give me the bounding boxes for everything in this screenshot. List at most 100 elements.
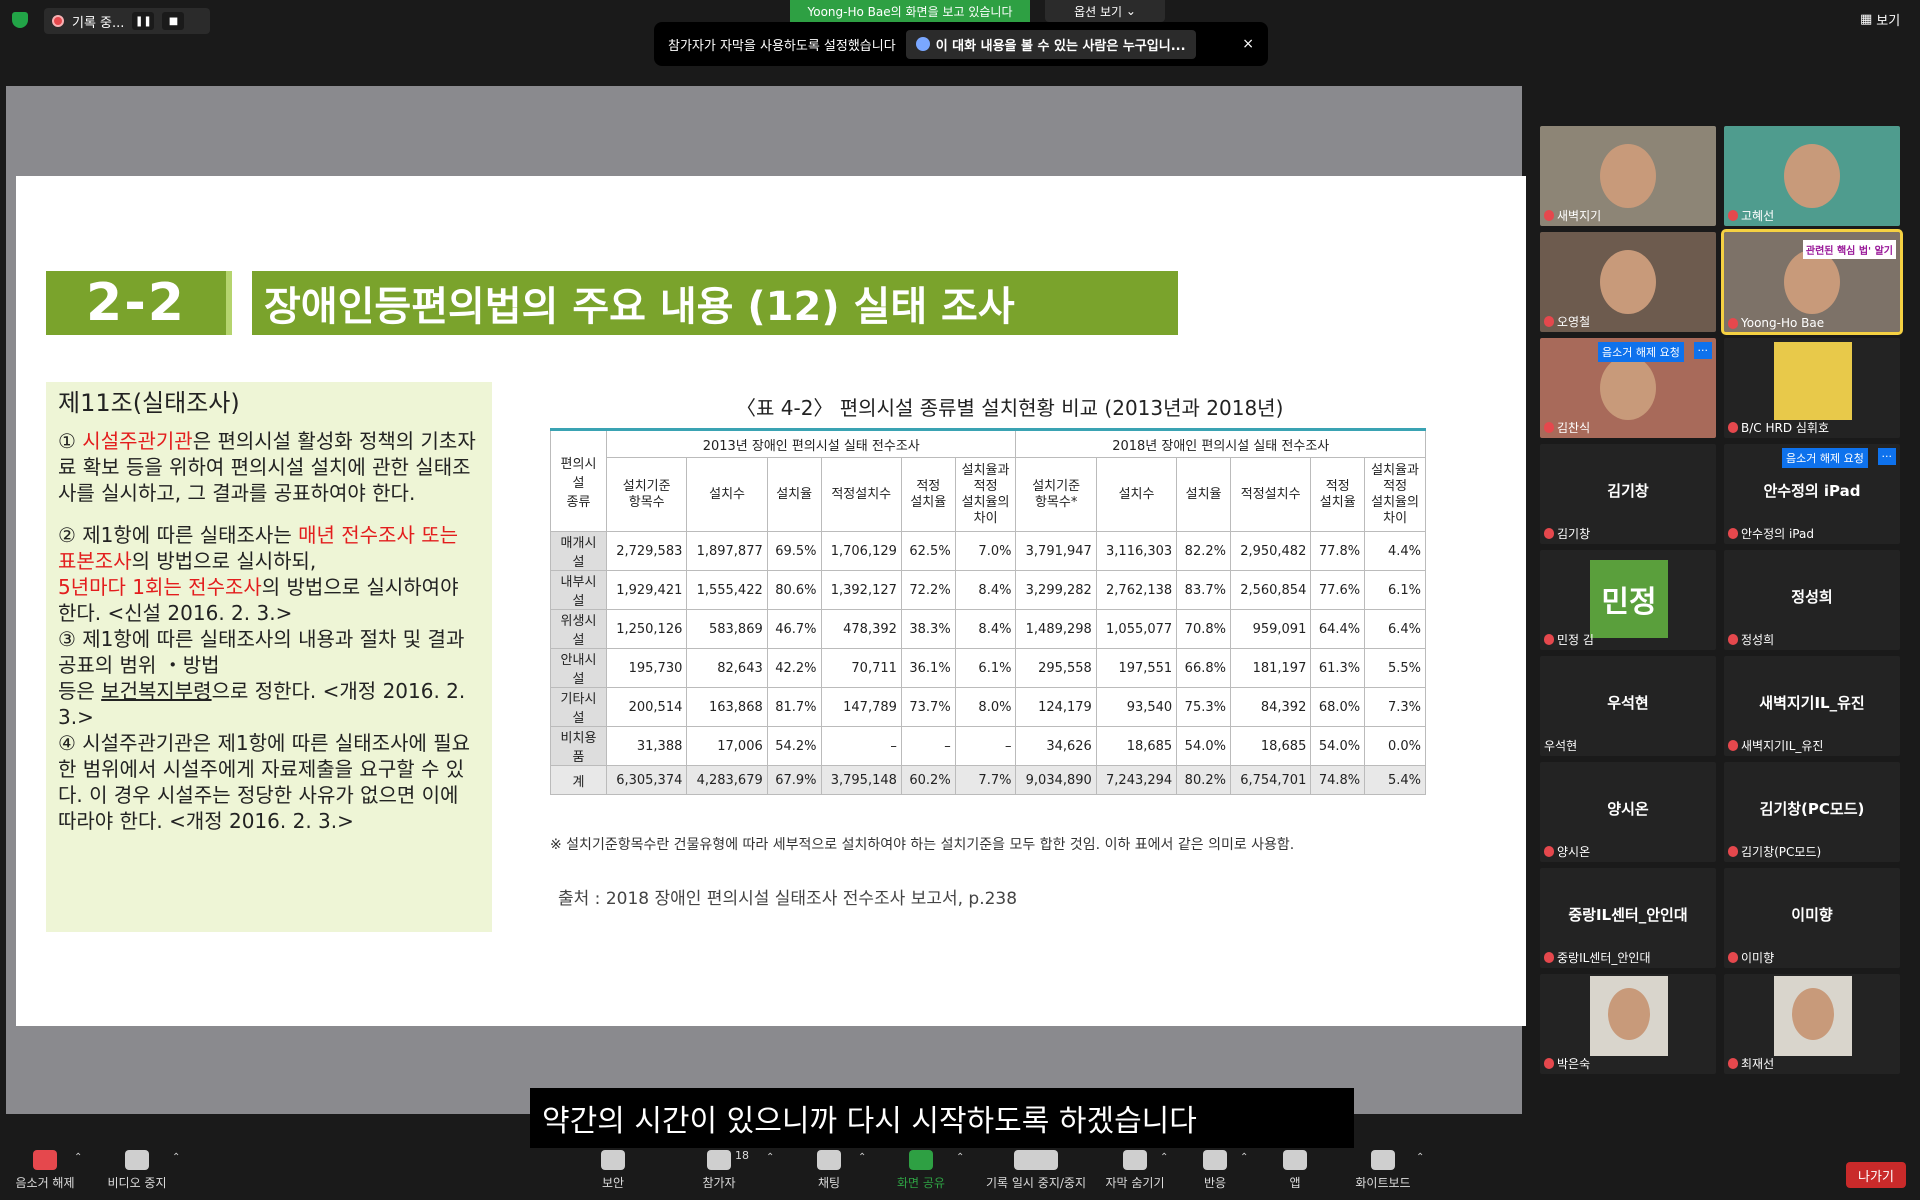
participant-name-label: 김기창(PC모드): [1728, 843, 1821, 860]
chevron-up-icon[interactable]: ⌃: [74, 1152, 82, 1163]
table-title: 〈표 4-2〉 편의시설 종류별 설치현황 비교 (2013년과 2018년): [736, 396, 1284, 420]
table-cell: 147,789: [820, 687, 902, 727]
chevron-up-icon[interactable]: ⌃: [766, 1152, 774, 1163]
mic-off-icon: [33, 1150, 57, 1170]
more-options-button[interactable]: ···: [1877, 448, 1896, 465]
table-cell: 2,762,138: [1095, 570, 1178, 610]
participant-tile[interactable]: 김기창 김기창: [1540, 444, 1716, 544]
table-cell: 8.4%: [954, 609, 1017, 649]
table-cell: 18,685: [1229, 726, 1312, 766]
participant-tile[interactable]: 새벽지기IL_유진 새벽지기IL_유진: [1724, 656, 1900, 756]
close-icon[interactable]: ×: [1242, 36, 1254, 52]
table-cell: 1,555,422: [686, 570, 768, 610]
participant-name-label: 안수정의 iPad: [1728, 525, 1814, 542]
chevron-up-icon[interactable]: ⌃: [1160, 1152, 1168, 1163]
participant-tile[interactable]: 김기창(PC모드) 김기창(PC모드): [1724, 762, 1900, 862]
shield-icon[interactable]: [12, 12, 28, 28]
participant-tile[interactable]: 최재선: [1724, 974, 1900, 1074]
chevron-up-icon[interactable]: ⌃: [172, 1152, 180, 1163]
table-cell: 1,897,877: [686, 531, 768, 571]
participants-button[interactable]: 참가자: [674, 1150, 764, 1191]
table-cell: 82,643: [686, 648, 768, 688]
participant-tile[interactable]: 양시온 양시온: [1540, 762, 1716, 862]
slide-number: 2-2: [46, 271, 232, 335]
col-header: 설치율: [1176, 457, 1231, 532]
record-button[interactable]: 기록 일시 중지/중지: [976, 1150, 1096, 1191]
participant-tile[interactable]: 고혜선: [1724, 126, 1900, 226]
table-cell: 54.0%: [1176, 726, 1231, 766]
chevron-up-icon[interactable]: ⌃: [1416, 1152, 1424, 1163]
security-button[interactable]: 보안: [568, 1150, 658, 1191]
participants-icon: [707, 1150, 731, 1170]
view-options-button[interactable]: 옵션 보기 ⌄: [1045, 0, 1165, 22]
participant-tile[interactable]: B/C HRD 심휘호: [1724, 338, 1900, 438]
unmute-request-tag[interactable]: 음소거 해제 요청: [1782, 448, 1868, 468]
participant-tile[interactable]: 우석현 우석현: [1540, 656, 1716, 756]
smile-icon: [1203, 1150, 1227, 1170]
table-cell: 67.9%: [766, 765, 822, 795]
share-screen-button[interactable]: 화면 공유: [876, 1150, 966, 1191]
video-camera-icon: [125, 1150, 149, 1170]
participant-tile[interactable]: 중랑IL센터_안인대 중랑IL센터_안인대: [1540, 868, 1716, 968]
col-header: 설치수: [1095, 457, 1178, 532]
table-cell: 124,179: [1015, 687, 1097, 727]
apps-button[interactable]: 앱: [1250, 1150, 1340, 1191]
participant-tile[interactable]: 오영철: [1540, 232, 1716, 332]
table-cell: 3,791,947: [1015, 531, 1097, 571]
table-cell: 66.8%: [1176, 648, 1231, 688]
participant-tile[interactable]: 안수정의 iPad 음소거 해제 요청 ··· 안수정의 iPad: [1724, 444, 1900, 544]
participant-name-label: 새벽지기IL_유진: [1728, 737, 1823, 754]
article-para-1: ① 시설주관기관은 편의시설 활성화 정책의 기초자료 확보 등을 위하여 편의…: [58, 429, 476, 505]
slide-title: 장애인등편의법의 주요 내용 (12) 실태 조사: [252, 271, 1178, 335]
participant-name-label: 김찬식: [1544, 419, 1590, 436]
more-options-button[interactable]: ···: [1693, 342, 1712, 359]
participant-tile[interactable]: 박은숙: [1540, 974, 1716, 1074]
caption-visibility-button[interactable]: 이 대화 내용을 볼 수 있는 사람은 누구입니...: [905, 29, 1196, 59]
mic-off-icon: [1544, 528, 1554, 539]
mic-off-icon: [1728, 317, 1738, 329]
participant-video: [1600, 144, 1656, 208]
table-cell: 77.8%: [1310, 531, 1366, 571]
table-cell: 83.7%: [1176, 570, 1231, 610]
table-cell: 3,795,148: [820, 765, 902, 795]
participant-name-label: 우석현: [1544, 739, 1578, 753]
pause-recording-button[interactable]: ❚❚: [132, 12, 155, 30]
table-row: 위생시설 1,250,126 583,869 46.7% 478,392 38.3% 8.4…: [550, 609, 1426, 649]
table-cell: 46.7%: [766, 609, 822, 649]
chevron-up-icon[interactable]: ⌃: [956, 1152, 964, 1163]
mic-off-icon: [1544, 1058, 1554, 1069]
participant-tile[interactable]: 민정 민정 김: [1540, 550, 1716, 650]
table-cell: 7,243,294: [1095, 765, 1178, 795]
col-header: 설치수: [686, 457, 768, 532]
caption-notice-text: 참가자가 자막을 사용하도록 설정했습니다: [668, 38, 896, 54]
stop-recording-button[interactable]: ■: [162, 12, 185, 30]
facility-table: 편의시설 종류 2013년 장애인 편의시설 실태 전수조사 2018년 장애인 편의…: [550, 428, 1426, 795]
table-cell: 8.0%: [954, 687, 1017, 727]
participant-tile[interactable]: 새벽지기: [1540, 126, 1716, 226]
avatar: 민정: [1590, 560, 1668, 638]
participant-name-label: 정성희: [1728, 631, 1774, 648]
table-cell: –: [900, 726, 956, 766]
participant-name-label: 오영철: [1544, 313, 1590, 330]
article-para-3: ③ 제1항에 따른 실태조사의 내용과 절차 및 결과 공표의 범위 ・방법 등은…: [58, 627, 466, 729]
face-image: [1608, 988, 1650, 1040]
article-para-4: ④ 시설주관기관은 제1항에 따른 실태조사에 필요한 범위에서 시설주에게 자…: [58, 731, 471, 833]
view-button[interactable]: ▦ 보기: [1860, 10, 1900, 29]
participant-video: [1784, 144, 1840, 208]
leave-button[interactable]: 나가기: [1846, 1162, 1906, 1188]
table-cell: 4.4%: [1364, 531, 1426, 571]
viewing-banner: Yoong-Ho Bae의 화면을 보고 있습니다: [790, 0, 1030, 22]
table-source: 출처 : 2018 장애인 편의시설 실태조사 전수조사 보고서, p.238: [558, 889, 1018, 909]
chevron-up-icon[interactable]: ⌃: [858, 1152, 866, 1163]
participant-tile[interactable]: 정성희 정성희: [1724, 550, 1900, 650]
whiteboard-button[interactable]: 화이트보드: [1338, 1150, 1428, 1191]
participant-tile[interactable]: 음소거 해제 요청 ··· 김찬식: [1540, 338, 1716, 438]
law-article-box: 제11조(실태조사) ① 시설주관기관은 편의시설 활성화 정책의 기초자료 확…: [46, 382, 492, 932]
stop-video-button[interactable]: 비디오 중지: [92, 1150, 182, 1191]
participant-display-name: 정성희: [1791, 588, 1833, 606]
participant-tile[interactable]: 이미향 이미향: [1724, 868, 1900, 968]
table-cell: 1,489,298: [1015, 609, 1097, 649]
participant-tile[interactable]: 관련된 핵심 법' 알기 Yoong-Ho Bae: [1721, 229, 1903, 335]
chevron-up-icon[interactable]: ⌃: [1240, 1152, 1248, 1163]
unmute-request-tag[interactable]: 음소거 해제 요청: [1598, 342, 1684, 362]
